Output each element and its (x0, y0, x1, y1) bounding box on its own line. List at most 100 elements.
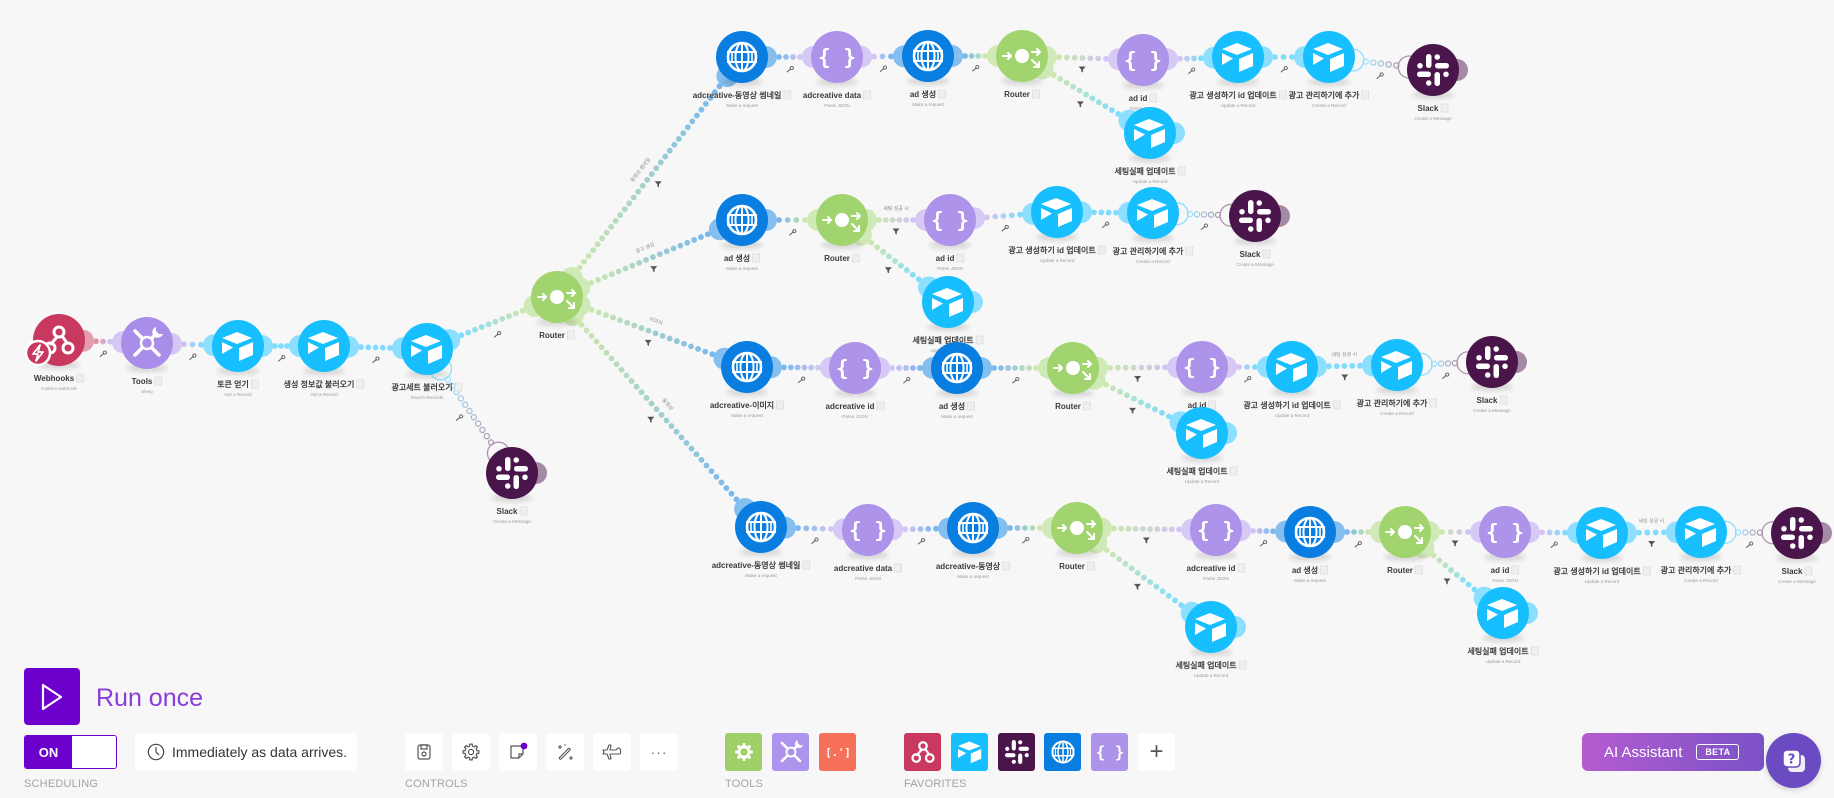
filter-icon[interactable] (1341, 374, 1349, 381)
connection[interactable] (358, 344, 393, 364)
connection[interactable] (1050, 72, 1122, 117)
module-name[interactable]: 광고 생성하기 id 업데이트 (1243, 400, 1331, 410)
filter-icon[interactable] (1133, 583, 1141, 590)
favorite-slack[interactable] (998, 733, 1035, 771)
connection[interactable] (1103, 547, 1185, 608)
module-circle[interactable] (1477, 587, 1529, 639)
module-circle[interactable] (212, 320, 264, 372)
module-name[interactable]: adcreative-동영상 썸네일 (712, 560, 801, 570)
filter-icon[interactable] (1443, 578, 1451, 585)
module-name[interactable]: 광고 생성하기 id 업데이트 (1008, 245, 1096, 255)
wrench-icon[interactable] (1001, 224, 1009, 233)
wrench-icon[interactable] (1280, 65, 1288, 74)
connection[interactable] (458, 307, 526, 339)
module-name[interactable]: 세팅실패 업데이트 (1114, 166, 1176, 176)
connection[interactable] (795, 525, 834, 545)
module-circle[interactable] (1124, 107, 1176, 159)
module-name[interactable]: 광고 생성하기 id 업데이트 (1553, 566, 1641, 576)
module-name[interactable]: 광고 관리하기에 추가 (1357, 398, 1428, 408)
wrench-icon[interactable] (455, 414, 464, 422)
module-circle[interactable] (1303, 31, 1355, 83)
help-button[interactable]: ? (1766, 733, 1821, 788)
module-http[interactable]: adcreative-동영상 썸네일 Make a request (693, 31, 792, 108)
module-circle[interactable] (1266, 341, 1318, 393)
wrench-icon[interactable] (1745, 541, 1754, 549)
module-circle[interactable] (1127, 187, 1179, 239)
wrench-icon[interactable] (879, 65, 888, 73)
connection[interactable] (1250, 527, 1276, 548)
tool-flow-control[interactable] (725, 733, 762, 771)
module-circle[interactable] (298, 320, 350, 372)
connection[interactable] (1103, 381, 1172, 420)
filter-label[interactable]: 이미지 (648, 316, 663, 327)
module-name[interactable]: 토큰 얻기 (217, 379, 249, 389)
module-name[interactable]: 광고세트 불러오기 (391, 382, 452, 392)
module-name[interactable]: ad id (936, 254, 955, 263)
module-circle[interactable] (1771, 507, 1823, 559)
module-router[interactable]: Router (1051, 502, 1103, 571)
module-circle[interactable] (1176, 407, 1228, 459)
wrench-icon[interactable] (1200, 223, 1209, 231)
scenario-canvas[interactable]: 동영상 썸네일광고 생성이미지동영상세팅 성공 시세팅 성공 시세팅 성공 시W… (0, 0, 1834, 798)
wrench-icon[interactable] (788, 228, 797, 237)
connection[interactable] (983, 211, 1024, 233)
connection[interactable] (776, 54, 803, 73)
module-name[interactable]: adcreative id (1187, 564, 1236, 573)
module-name[interactable]: Webhooks (34, 374, 75, 383)
connection[interactable] (444, 376, 495, 446)
module-name[interactable]: adcreative-이미지 (710, 400, 774, 410)
wrench-icon[interactable] (786, 65, 794, 74)
wrench-icon[interactable] (493, 331, 502, 339)
module-slack[interactable]: Slack Create a Message (1229, 190, 1281, 267)
connection[interactable] (1344, 529, 1371, 548)
filter-icon[interactable] (1129, 407, 1137, 414)
module-name[interactable]: 세팅실패 업데이트 (1175, 660, 1237, 670)
connection[interactable] (181, 341, 204, 361)
module-json[interactable]: { } ad id Parse JSON (924, 194, 976, 271)
wrench-icon[interactable] (99, 350, 107, 358)
more-button[interactable]: ··· (640, 733, 678, 771)
module-circle[interactable] (1229, 190, 1281, 242)
connection[interactable]: 동영상 (578, 321, 740, 503)
connection[interactable] (1091, 209, 1119, 229)
connection[interactable] (1186, 210, 1222, 231)
connection[interactable] (272, 343, 290, 362)
module-name[interactable]: ad 생성 (910, 89, 936, 99)
filter-icon[interactable] (650, 266, 658, 273)
module-name[interactable]: Tools (132, 377, 153, 386)
notes-button[interactable] (499, 733, 537, 771)
module-airtable[interactable]: 광고 관리하기에 추가 Create a Record (1289, 31, 1370, 108)
wrench-icon[interactable] (1550, 541, 1558, 549)
module-airtable[interactable]: 광고 생성하기 id 업데이트 Update a Record (1553, 507, 1651, 584)
connection[interactable] (1177, 55, 1204, 75)
schedule-setting-button[interactable]: Immediately as data arrives. (135, 733, 357, 771)
connection[interactable] (868, 239, 922, 283)
filter-icon[interactable] (647, 416, 655, 423)
module-airtable[interactable]: 광고 생성하기 id 업데이트 Update a Record (1189, 31, 1287, 108)
module-name[interactable]: ad 생성 (724, 253, 750, 263)
module-http[interactable]: adcreative-동영상 Make a request (936, 502, 1011, 579)
filter-icon[interactable] (1076, 101, 1084, 108)
connection[interactable] (1734, 529, 1764, 549)
module-router[interactable]: Router (1047, 342, 1099, 411)
favorite-json[interactable]: { } (1091, 733, 1128, 771)
module-circle[interactable] (1576, 507, 1628, 559)
module-name[interactable]: Router (539, 331, 565, 340)
connection[interactable]: 세팅 성공 시 (1636, 517, 1667, 547)
filter-icon[interactable] (1451, 540, 1459, 547)
favorite-airtable[interactable] (951, 733, 988, 771)
wrench-icon[interactable] (1243, 375, 1252, 384)
module-airtable[interactable]: 광고 생성하기 id 업데이트 Update a Record (1008, 186, 1106, 263)
scheduling-toggle[interactable]: ON (24, 735, 117, 769)
module-router[interactable]: Router (1379, 506, 1431, 575)
connection[interactable] (871, 53, 894, 73)
wrench-icon[interactable] (1376, 72, 1384, 80)
connection[interactable]: 세팅 성공 시 (1326, 351, 1363, 381)
module-slack[interactable]: Slack Create a Message (1466, 336, 1518, 413)
tool-tools[interactable] (772, 733, 809, 771)
module-name[interactable]: 광고 관리하기에 추가 (1289, 90, 1360, 100)
module-airtable[interactable]: 토큰 얻기 Get a Record (212, 320, 264, 397)
filter-label[interactable]: 광고 생성 (635, 241, 656, 255)
module-name[interactable]: Router (1055, 402, 1081, 411)
module-http[interactable]: ad 생성 Make a request (716, 194, 768, 271)
